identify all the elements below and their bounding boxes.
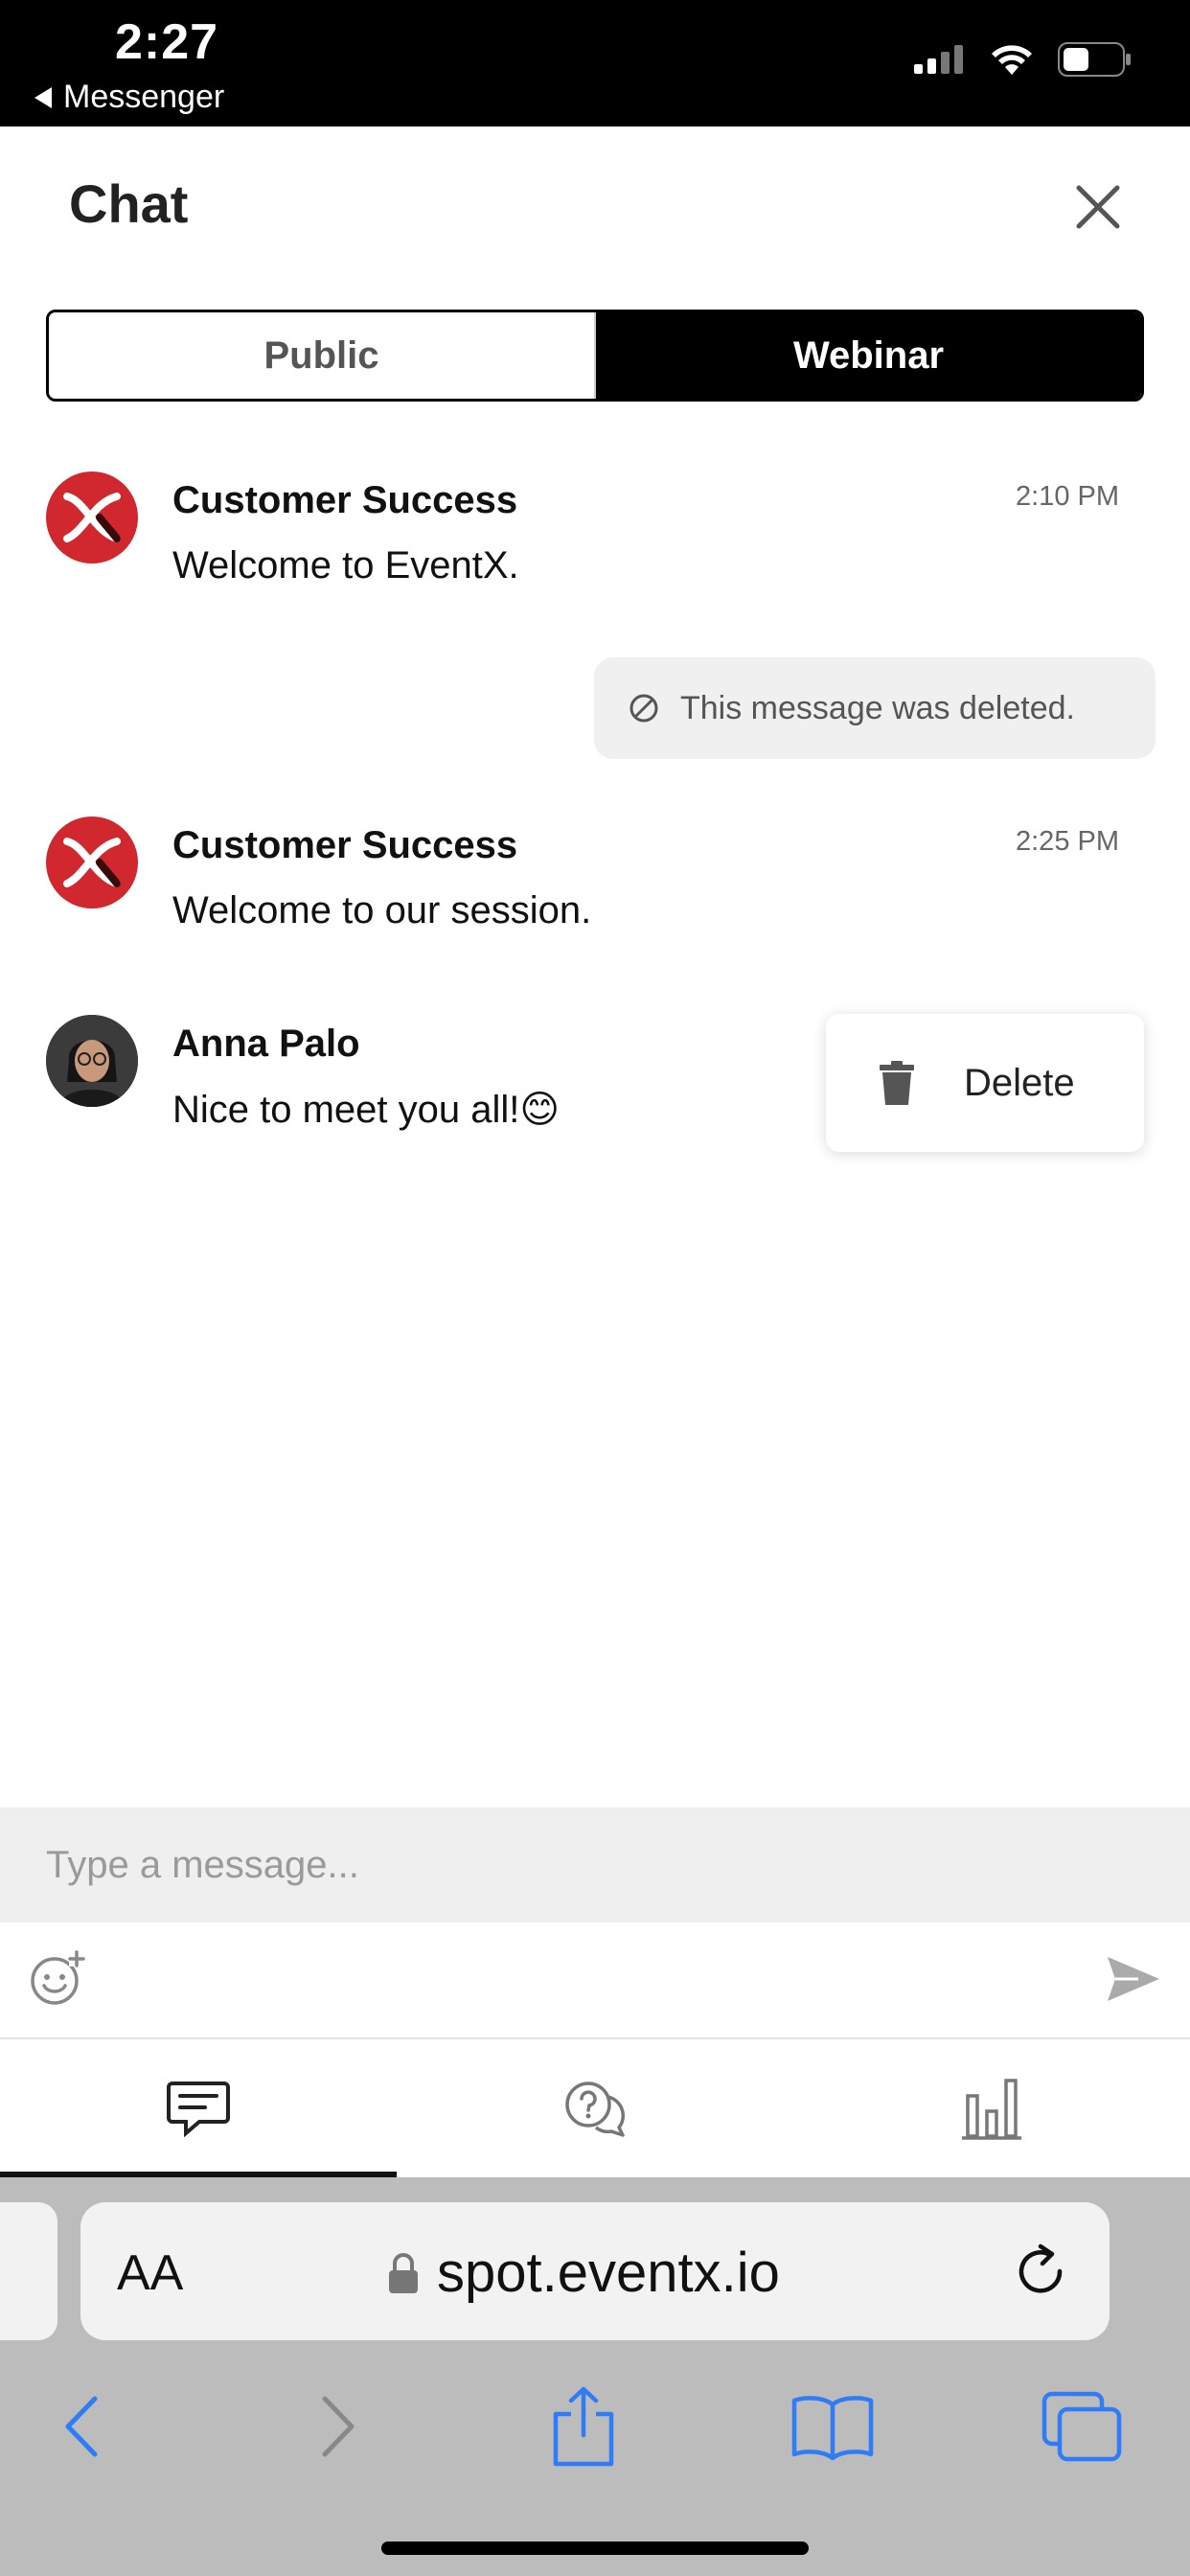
emoji-picker-icon[interactable] bbox=[29, 1949, 86, 2007]
message-text: Welcome to our session. bbox=[172, 889, 592, 932]
message-time: 2:25 PM bbox=[1016, 826, 1119, 857]
home-indicator[interactable] bbox=[381, 2542, 809, 2555]
reader-settings-button[interactable]: AA bbox=[117, 2244, 183, 2302]
prohibited-icon bbox=[629, 694, 658, 723]
deleted-notice-text: This message was deleted. bbox=[680, 689, 1075, 726]
tabs-button[interactable] bbox=[1039, 2386, 1125, 2467]
page-title: Chat bbox=[69, 173, 189, 234]
share-button[interactable] bbox=[540, 2386, 627, 2467]
message-item[interactable]: Anna Palo Nice to meet you all!😊 bbox=[46, 1015, 793, 1149]
chat-icon bbox=[167, 2082, 230, 2137]
status-bar: 2:27 Messenger bbox=[0, 0, 1190, 126]
trash-icon bbox=[880, 1061, 914, 1105]
message-input[interactable] bbox=[0, 1807, 1190, 1922]
message-sender: Customer Success bbox=[172, 479, 518, 521]
tab-qa[interactable] bbox=[397, 2039, 793, 2177]
close-icon[interactable] bbox=[1073, 182, 1123, 232]
reload-icon[interactable] bbox=[1012, 2242, 1071, 2302]
message-item[interactable]: Customer Success 2:25 PM Welcome to our … bbox=[46, 816, 1119, 951]
deleted-message-bubble: This message was deleted. bbox=[594, 657, 1156, 759]
eventx-logo-icon bbox=[63, 838, 121, 887]
message-text: Welcome to EventX. bbox=[172, 544, 519, 586]
tab-webinar[interactable]: Webinar bbox=[596, 312, 1141, 399]
forward-button[interactable] bbox=[295, 2386, 381, 2467]
avatar bbox=[46, 472, 138, 564]
poll-icon bbox=[962, 2079, 1021, 2140]
back-button[interactable] bbox=[38, 2386, 125, 2467]
status-time: 2:27 bbox=[115, 14, 219, 70]
eventx-logo-icon bbox=[63, 493, 121, 542]
previous-tab-preview[interactable] bbox=[0, 2202, 57, 2340]
message-sender: Customer Success bbox=[172, 824, 518, 866]
bottom-tab-bar bbox=[0, 2039, 1190, 2177]
browser-nav-row bbox=[0, 2369, 1190, 2474]
user-photo-icon bbox=[46, 1015, 138, 1107]
browser-toolbar: AA spot.eventx.io bbox=[0, 2177, 1190, 2576]
tab-poll[interactable] bbox=[793, 2039, 1190, 2177]
wifi-icon bbox=[992, 45, 1032, 75]
delete-label: Delete bbox=[964, 1061, 1075, 1104]
chevron-left-icon bbox=[65, 2396, 98, 2457]
tab-chat[interactable] bbox=[0, 2039, 397, 2177]
tab-public[interactable]: Public bbox=[49, 312, 596, 399]
address-bar[interactable]: AA spot.eventx.io bbox=[80, 2202, 1110, 2340]
tabs-icon bbox=[1041, 2391, 1122, 2462]
message-item[interactable]: Customer Success 2:10 PM Welcome to Even… bbox=[46, 472, 1119, 606]
url-display[interactable]: spot.eventx.io bbox=[387, 2241, 780, 2305]
back-to-app-link[interactable]: Messenger bbox=[34, 79, 224, 116]
send-icon[interactable] bbox=[1106, 1955, 1161, 2003]
lock-icon bbox=[389, 2252, 418, 2293]
chat-tabs: Public Webinar bbox=[46, 310, 1144, 402]
message-sender: Anna Palo bbox=[172, 1023, 360, 1065]
message-time: 2:10 PM bbox=[1016, 481, 1119, 512]
delete-menu-item[interactable]: Delete bbox=[826, 1014, 1144, 1152]
url-text: spot.eventx.io bbox=[437, 2242, 780, 2304]
message-text: Nice to meet you all!😊 bbox=[172, 1089, 561, 1131]
chevron-right-icon bbox=[322, 2396, 355, 2457]
avatar bbox=[46, 816, 138, 908]
back-app-label: Messenger bbox=[63, 79, 225, 115]
bookmarks-button[interactable] bbox=[790, 2386, 876, 2467]
avatar bbox=[46, 1015, 138, 1107]
battery-icon bbox=[1058, 42, 1131, 77]
status-icons bbox=[914, 42, 1133, 77]
back-arrow-icon bbox=[34, 86, 52, 108]
cellular-signal-icon bbox=[914, 45, 963, 74]
share-icon bbox=[553, 2386, 614, 2467]
qa-icon bbox=[565, 2082, 625, 2137]
book-icon bbox=[791, 2396, 874, 2460]
